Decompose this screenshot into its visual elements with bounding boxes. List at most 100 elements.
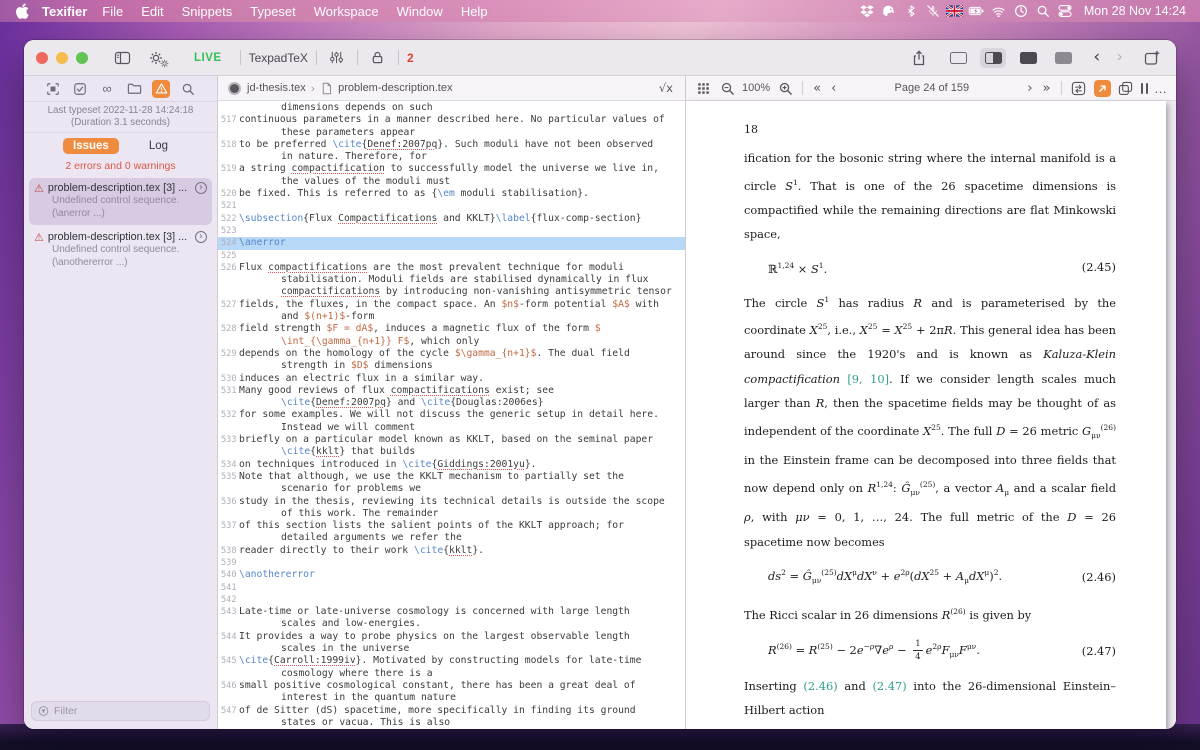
pdf-preview-pane: 100% « ‹ Page 24 of 159 › » … [686,76,1176,729]
zoom-window-button[interactable] [76,52,88,64]
issue-item-header: ⚠problem-description.tex [3] ...› [34,182,207,194]
todo-checkbox-icon[interactable] [71,80,89,98]
typeset-settings-gear-icon[interactable] [144,48,168,68]
layout-full-preview-button[interactable] [1050,48,1076,68]
menu-workspace[interactable]: Workspace [305,4,388,19]
sync-to-source-icon[interactable] [1070,79,1088,97]
menu-app-name[interactable]: Texifier [42,4,87,19]
minimize-window-button[interactable] [56,52,68,64]
menu-typeset[interactable]: Typeset [241,4,305,19]
issues-summary: 2 errors and 0 warnings [24,158,217,178]
share-icon[interactable] [907,48,931,68]
layout-editor-only-button[interactable] [945,48,971,68]
filter-input[interactable] [54,705,203,717]
menu-edit[interactable]: Edit [132,4,172,19]
code-line: 541 [218,582,685,594]
close-window-button[interactable] [36,52,48,64]
macos-menu-bar: Texifier FileEditSnippetsTypesetWorkspac… [0,0,1200,22]
dropbox-icon[interactable] [856,0,878,22]
history-back-icon[interactable]: ‹ [1090,49,1103,66]
mic-muted-icon[interactable] [922,0,944,22]
line-content: Late-time or late-universe cosmology is … [239,606,685,631]
menu-bar-clock[interactable]: Mon 28 Nov 14:24 [1084,4,1186,18]
code-line: 531Many good reviews of flux compactific… [218,385,685,410]
editor-breadcrumb-bar: jd-thesis.tex › problem-description.tex … [218,76,685,101]
menu-window[interactable]: Window [388,4,452,19]
line-content [239,557,685,569]
breadcrumb-file[interactable]: problem-description.tex [338,82,452,94]
pdf-reference-link[interactable]: (2.46) [803,679,837,693]
uk-keyboard-layout-icon[interactable] [944,0,966,22]
code-line: 519a string compactification to successf… [218,163,685,188]
history-forward-icon[interactable]: › [1113,49,1126,66]
code-line: 525 [218,250,685,262]
pdf-reference-link[interactable]: (2.47) [872,679,906,693]
duplicate-view-icon[interactable] [1117,79,1135,97]
layout-pdf-only-button[interactable] [1015,48,1041,68]
editor-pane: jd-thesis.tex › problem-description.tex … [218,76,686,729]
lock-icon[interactable] [366,48,390,68]
typeset-options-sliders-icon[interactable] [325,48,349,68]
more-options-icon[interactable]: … [1154,81,1168,96]
live-typeset-toggle[interactable]: LIVE [194,52,222,64]
line-number: 538 [218,545,239,557]
previous-page-icon[interactable]: ‹ [829,81,838,96]
menu-help[interactable]: Help [452,4,497,19]
line-content: \anerror [239,237,685,249]
last-page-icon[interactable]: » [1041,81,1053,96]
first-page-icon[interactable]: « [811,81,823,96]
issue-item[interactable]: ⚠problem-description.tex [3] ...›Undefin… [29,178,212,225]
breadcrumb-root[interactable]: jd-thesis.tex [247,82,306,94]
texifier-app-icon[interactable] [878,0,900,22]
issue-count-badge[interactable]: 2 [407,51,414,65]
layout-split-view-button[interactable] [980,48,1006,68]
symbols-infinity-icon[interactable]: ∞ [98,80,116,98]
pdf-scroll-area[interactable]: 18ification for the bosonic string where… [686,101,1176,729]
new-tab-icon[interactable] [1140,48,1164,68]
battery-charging-icon[interactable] [966,0,988,22]
menu-file[interactable]: File [93,4,132,19]
code-line: 544It provides a way to probe physics on… [218,631,685,656]
code-line: 530induces an electric flux in a similar… [218,373,685,385]
time-machine-icon[interactable] [1010,0,1032,22]
zoom-in-icon[interactable] [776,79,794,97]
control-center-icon[interactable] [1054,0,1076,22]
follow-cursor-icon[interactable] [1094,80,1111,97]
code-line: 542 [218,594,685,606]
apple-menu-icon[interactable] [14,0,30,22]
typeset-engine-label[interactable]: TexpadTeX [249,51,308,65]
zoom-out-icon[interactable] [718,79,736,97]
issue-detail-chevron-icon[interactable]: › [195,182,207,194]
tab-issues[interactable]: Issues [63,138,119,154]
issue-item-header: ⚠problem-description.tex [3] ...› [34,231,207,243]
wifi-icon[interactable] [988,0,1010,22]
pause-typeset-icon[interactable] [1141,83,1149,94]
issue-item[interactable]: ⚠problem-description.tex [3] ...›Undefin… [29,227,212,274]
window-title-bar: LIVE TexpadTeX 2 ‹ › [24,40,1176,76]
thumbnails-grid-icon[interactable] [694,79,712,97]
bluetooth-icon[interactable] [900,0,922,22]
code-line: 526Flux compactifications are the most p… [218,262,685,299]
next-page-icon[interactable]: › [1025,81,1034,96]
pdf-paragraph: The Ricci scalar in 26 dimensions R(26) … [744,600,1116,627]
pdf-paragraph: ification for the bosonic string where t… [744,146,1116,247]
filter-field[interactable] [31,701,210,721]
organizer-icon[interactable] [44,80,62,98]
pdf-paragraph: Inserting (2.46) and (2.47) into the 26-… [744,674,1116,723]
code-editor[interactable]: dimensions depends on such517continuous … [218,101,685,729]
line-content: small positive cosmological constant, th… [239,680,685,705]
line-content: fields, the fluxes, in the compact space… [239,299,685,324]
toggle-sidebar-icon[interactable] [110,48,134,68]
breadcrumb-separator-icon: › [311,82,315,95]
issue-file-label: problem-description.tex [3] ... [48,231,191,243]
line-content: briefly on a particular model known as K… [239,434,685,459]
issues-warning-icon[interactable] [152,80,170,98]
menu-snippets[interactable]: Snippets [173,4,242,19]
issue-detail-chevron-icon[interactable]: › [195,231,207,243]
search-icon[interactable] [179,80,197,98]
files-folder-icon[interactable] [125,80,143,98]
tab-log[interactable]: Log [139,138,178,154]
math-preview-button[interactable]: √x [656,81,676,95]
pdf-reference-link[interactable]: [9, 10] [847,372,889,386]
spotlight-icon[interactable] [1032,0,1054,22]
